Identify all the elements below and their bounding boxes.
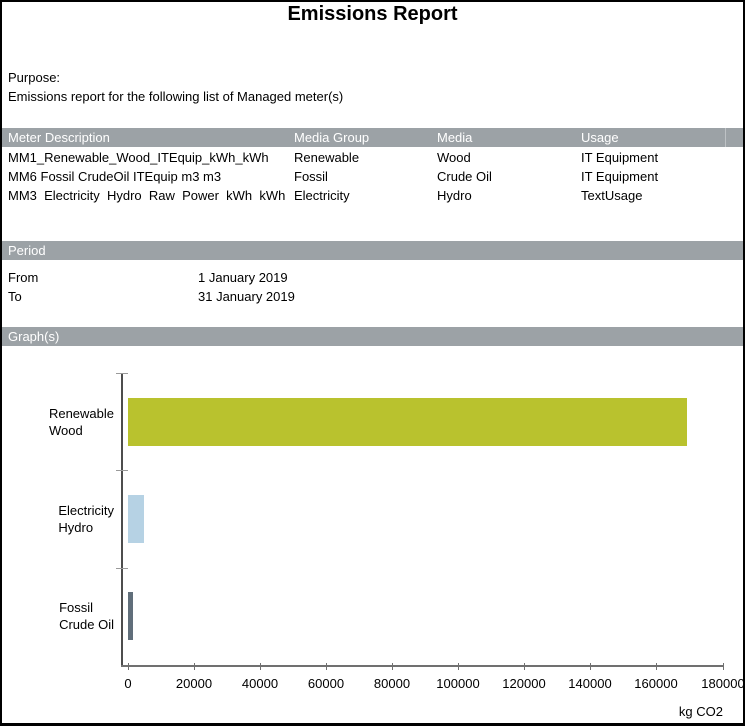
x-axis-tick — [458, 663, 459, 670]
x-axis-tick — [524, 663, 525, 670]
x-axis-tick — [656, 663, 657, 670]
x-axis-line — [121, 665, 724, 667]
x-axis-tick — [392, 663, 393, 670]
x-axis-tick — [128, 663, 129, 670]
bar-renewable-wood — [128, 398, 687, 446]
x-axis-tick — [194, 663, 195, 670]
bar-fossil-crude-oil — [128, 592, 133, 640]
report-page: Emissions Report Purpose: Emissions repo… — [0, 0, 745, 726]
x-axis-unit-label: kg CO2 — [679, 704, 723, 719]
bar-electricity-hydro — [128, 495, 144, 543]
x-axis-tick — [260, 663, 261, 670]
bar-chart: kg CO2 RenewableWood ElectricityHydro Foss… — [2, 2, 743, 723]
y-axis-line — [121, 373, 123, 667]
x-axis-tick-label: 180000 — [683, 676, 745, 691]
category-tick — [116, 373, 128, 374]
x-axis-tick — [326, 663, 327, 670]
category-tick — [116, 568, 128, 569]
x-axis-tick — [723, 663, 724, 670]
category-label: ElectricityHydro — [58, 502, 114, 536]
category-label: RenewableWood — [49, 405, 114, 439]
category-tick — [116, 470, 128, 471]
x-axis-tick — [590, 663, 591, 670]
category-label: FossilCrude Oil — [59, 599, 114, 633]
